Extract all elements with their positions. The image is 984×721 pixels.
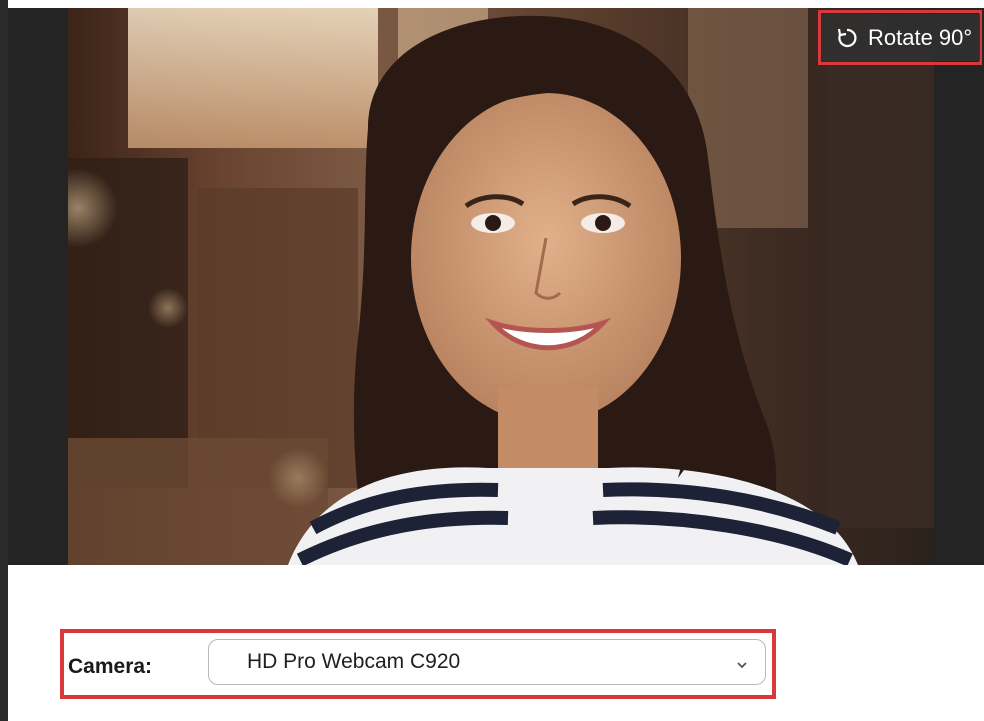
video-feed	[68, 8, 934, 565]
rotate-label: Rotate 90°	[868, 24, 973, 50]
window-edge	[0, 0, 8, 721]
rotate-90-button[interactable]: Rotate 90°	[822, 14, 980, 61]
camera-select[interactable]: HD Pro Webcam C920	[208, 639, 766, 685]
camera-preview	[8, 8, 984, 565]
video-settings-panel: Rotate 90° Camera: HD Pro Webcam C920	[0, 0, 984, 721]
rotate-ccw-icon	[836, 27, 858, 49]
camera-label: Camera:	[68, 655, 153, 678]
chevron-down-icon	[735, 654, 749, 669]
webcam-image	[68, 8, 934, 565]
camera-selected-value: HD Pro Webcam C920	[247, 650, 461, 673]
